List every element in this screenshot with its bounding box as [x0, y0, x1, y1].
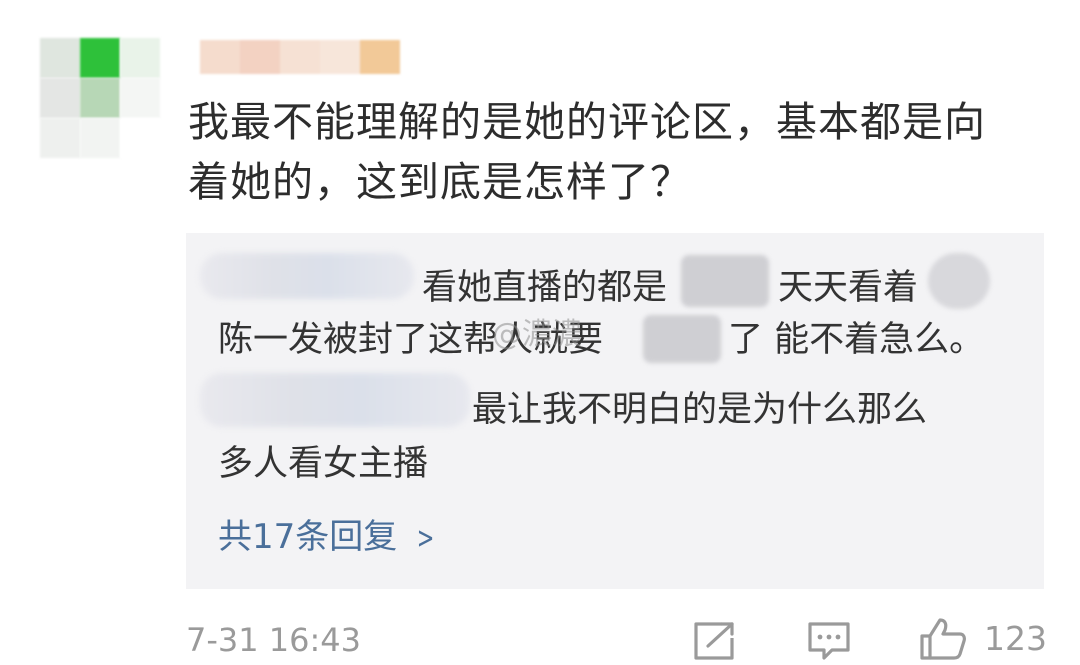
chevron-right-icon: > — [417, 521, 435, 556]
comment-text: 我最不能理解的是她的评论区，基本都是向 着她的，这到底是怎样了？ — [188, 92, 1048, 212]
watermark: @濃濃 — [492, 317, 582, 352]
redacted-word — [643, 315, 721, 363]
reply-2-line2: 多人看女主播 — [218, 444, 429, 484]
avatar[interactable] — [40, 38, 160, 158]
view-more-replies-label: 共17条回复 — [218, 517, 398, 557]
comment-text-line1: 我最不能理解的是她的评论区，基本都是向 — [188, 98, 986, 146]
reply-1-line2-b: 了 能不着急么。 — [728, 320, 985, 360]
comment-icon[interactable] — [806, 620, 852, 662]
like-count: 123 — [984, 619, 1047, 658]
comment-text-line2: 着她的，这到底是怎样了？ — [188, 158, 692, 206]
reply-username-redacted[interactable] — [200, 253, 414, 299]
reply-1-line1-b: 天天看着 — [778, 268, 919, 308]
username-redacted[interactable] — [200, 40, 400, 74]
reply-2-line1: 最让我不明白的是为什么那么 — [472, 390, 928, 430]
replies-panel[interactable]: 看她直播的都是 天天看着 陈一发被封了这帮人就要 了 能不着急么。 @濃濃 最让… — [186, 233, 1044, 589]
redacted-word — [928, 253, 990, 309]
share-icon[interactable] — [692, 620, 738, 662]
view-more-replies-link[interactable]: 共17条回复 > — [218, 515, 438, 561]
thumbs-up-icon[interactable] — [918, 616, 968, 662]
reply-1-line1-a: 看她直播的都是 — [422, 268, 668, 308]
reply-username-redacted[interactable] — [200, 373, 470, 427]
redacted-word — [681, 255, 769, 307]
comment-timestamp: 7-31 16:43 — [186, 621, 362, 659]
